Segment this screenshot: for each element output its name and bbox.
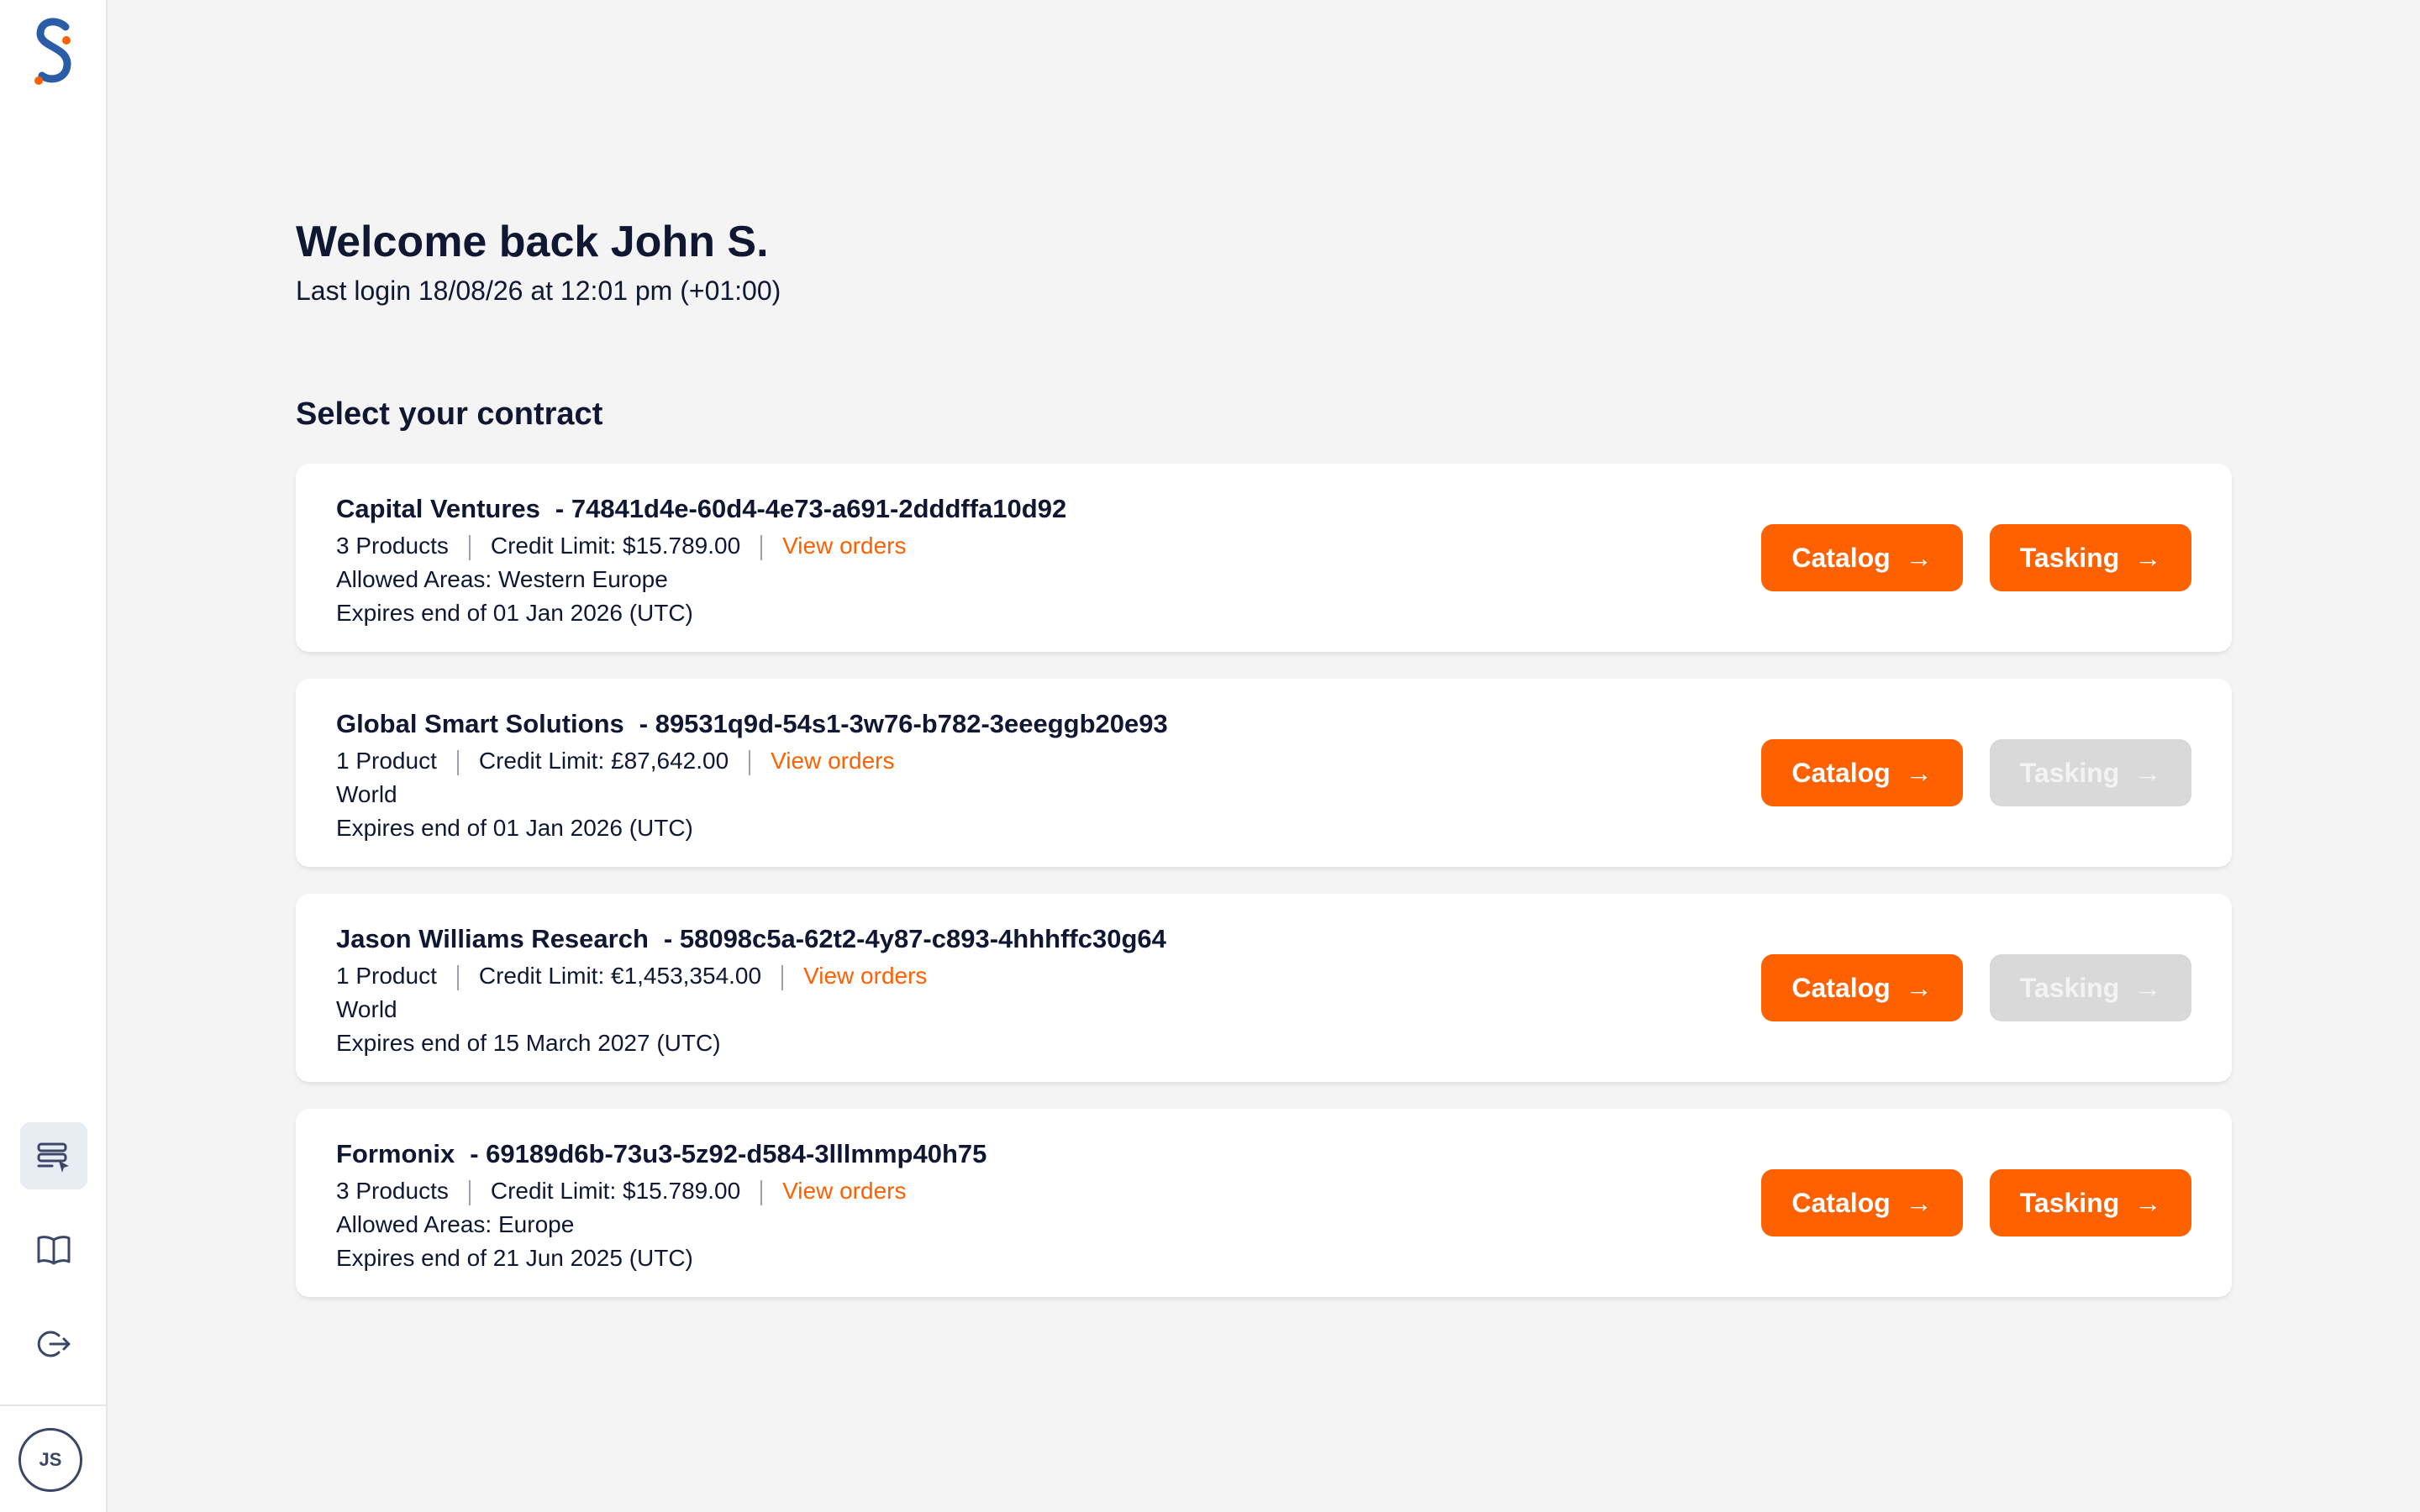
contract-card: Formonix - 69189d6b-73u3-5z92-d584-3lllmm…: [296, 1109, 2232, 1297]
nav-logout[interactable]: [20, 1310, 87, 1378]
contract-title: Capital Ventures - 74841d4e-60d4-4e73-a69…: [336, 489, 1066, 529]
contract-info: Global Smart Solutions - 89531q9d-54s1-3w…: [336, 704, 1168, 845]
catalog-button[interactable]: Catalog →: [1761, 739, 1963, 806]
tasking-button-label: Tasking: [2019, 542, 2120, 573]
allowed-areas: Allowed Areas: Western Europe: [336, 566, 668, 592]
contracts-icon: [37, 1142, 69, 1173]
contract-card: Jason Williams Research - 58098c5a-62t2-4…: [296, 894, 2232, 1082]
contract-name: Capital Ventures: [336, 494, 540, 523]
allowed-areas: World: [336, 781, 397, 807]
catalog-button-label: Catalog: [1791, 542, 1891, 573]
allowed-areas: Allowed Areas: Europe: [336, 1211, 575, 1237]
catalog-button[interactable]: Catalog →: [1761, 954, 1963, 1021]
arrow-right-icon: →: [1905, 972, 1933, 1003]
product-count: 1 Product: [336, 963, 437, 989]
view-orders-link[interactable]: View orders: [782, 1178, 906, 1204]
credit-limit: Credit Limit: €1,453,354.00: [478, 963, 762, 989]
expiry-date: Expires end of 01 Jan 2026 (UTC): [336, 600, 693, 626]
contract-id: - 69189d6b-73u3-5z92-d584-3lllmmp40h75: [470, 1139, 987, 1168]
credit-limit: Credit Limit: $15.789.00: [490, 533, 741, 559]
arrow-right-icon: →: [2134, 1187, 2162, 1218]
logo-icon[interactable]: [27, 17, 81, 92]
sidebar: JS: [0, 0, 108, 1512]
contract-card: Global Smart Solutions - 89531q9d-54s1-3w…: [296, 679, 2232, 867]
catalog-button[interactable]: Catalog →: [1761, 524, 1963, 591]
section-title: Select your contract: [296, 396, 603, 432]
arrow-right-icon: →: [1905, 1187, 1933, 1218]
tasking-button[interactable]: Tasking →: [1990, 739, 2191, 806]
tasking-button[interactable]: Tasking →: [1990, 1169, 2191, 1236]
contract-summary: 1 Product Credit Limit: £87,642.00 View or…: [336, 744, 1168, 778]
last-login-text: Last login 18/08/26 at 12:01 pm (+01:00): [296, 276, 781, 306]
divider: [456, 749, 459, 775]
view-orders-link[interactable]: View orders: [803, 963, 927, 989]
nav-contracts[interactable]: [20, 1122, 87, 1189]
catalog-button[interactable]: Catalog →: [1761, 1169, 1963, 1236]
product-count: 3 Products: [336, 533, 449, 559]
sidebar-footer: JS: [0, 1404, 106, 1512]
contract-summary: 3 Products Credit Limit: $15.789.00 View o…: [336, 529, 1066, 563]
contract-id: - 89531q9d-54s1-3w76-b782-3eeeggb20e93: [639, 709, 1168, 738]
contract-title: Jason Williams Research - 58098c5a-62t2-4…: [336, 919, 1166, 959]
page-title: Welcome back John S.: [296, 218, 769, 266]
avatar[interactable]: JS: [18, 1428, 82, 1492]
divider: [456, 964, 459, 990]
view-orders-link[interactable]: View orders: [782, 533, 906, 559]
contract-card: Capital Ventures - 74841d4e-60d4-4e73-a69…: [296, 464, 2232, 652]
tasking-button-label: Tasking: [2019, 757, 2120, 788]
logout-icon: [37, 1331, 71, 1357]
arrow-right-icon: →: [2134, 972, 2162, 1003]
contract-name: Jason Williams Research: [336, 924, 649, 953]
catalog-button-label: Catalog: [1791, 1187, 1891, 1218]
contract-summary: 1 Product Credit Limit: €1,453,354.00 View…: [336, 959, 1166, 993]
contract-title: Formonix - 69189d6b-73u3-5z92-d584-3lllmm…: [336, 1134, 986, 1174]
credit-limit: Credit Limit: $15.789.00: [490, 1178, 741, 1204]
contract-id: - 74841d4e-60d4-4e73-a691-2dddffa10d92: [555, 494, 1067, 523]
arrow-right-icon: →: [1905, 757, 1933, 788]
arrow-right-icon: →: [2134, 757, 2162, 788]
credit-limit: Credit Limit: £87,642.00: [478, 748, 729, 774]
arrow-right-icon: →: [1905, 542, 1933, 573]
contract-info: Jason Williams Research - 58098c5a-62t2-4…: [336, 919, 1166, 1060]
product-count: 3 Products: [336, 1178, 449, 1204]
tasking-button[interactable]: Tasking →: [1990, 954, 2191, 1021]
tasking-button-label: Tasking: [2019, 972, 2120, 1003]
contract-name: Formonix: [336, 1139, 455, 1168]
contract-title: Global Smart Solutions - 89531q9d-54s1-3w…: [336, 704, 1168, 744]
view-orders-link[interactable]: View orders: [771, 748, 894, 774]
allowed-areas: World: [336, 996, 397, 1022]
divider: [781, 964, 784, 990]
contract-info: Capital Ventures - 74841d4e-60d4-4e73-a69…: [336, 489, 1066, 630]
expiry-date: Expires end of 21 Jun 2025 (UTC): [336, 1245, 693, 1271]
tasking-button-label: Tasking: [2019, 1187, 2120, 1218]
divider: [749, 749, 751, 775]
nav-catalog[interactable]: [20, 1216, 87, 1284]
book-icon: [37, 1236, 71, 1265]
divider: [760, 1179, 763, 1205]
product-count: 1 Product: [336, 748, 437, 774]
contract-summary: 3 Products Credit Limit: $15.789.00 View o…: [336, 1174, 986, 1208]
contract-id: - 58098c5a-62t2-4y87-c893-4hhhffc30g64: [663, 924, 1166, 953]
contract-name: Global Smart Solutions: [336, 709, 624, 738]
contract-info: Formonix - 69189d6b-73u3-5z92-d584-3lllmm…: [336, 1134, 986, 1275]
tasking-button[interactable]: Tasking →: [1990, 524, 2191, 591]
expiry-date: Expires end of 01 Jan 2026 (UTC): [336, 815, 693, 841]
divider: [468, 1179, 471, 1205]
catalog-button-label: Catalog: [1791, 757, 1891, 788]
divider: [760, 534, 763, 560]
catalog-button-label: Catalog: [1791, 972, 1891, 1003]
divider: [468, 534, 471, 560]
expiry-date: Expires end of 15 March 2027 (UTC): [336, 1030, 721, 1056]
arrow-right-icon: →: [2134, 542, 2162, 573]
